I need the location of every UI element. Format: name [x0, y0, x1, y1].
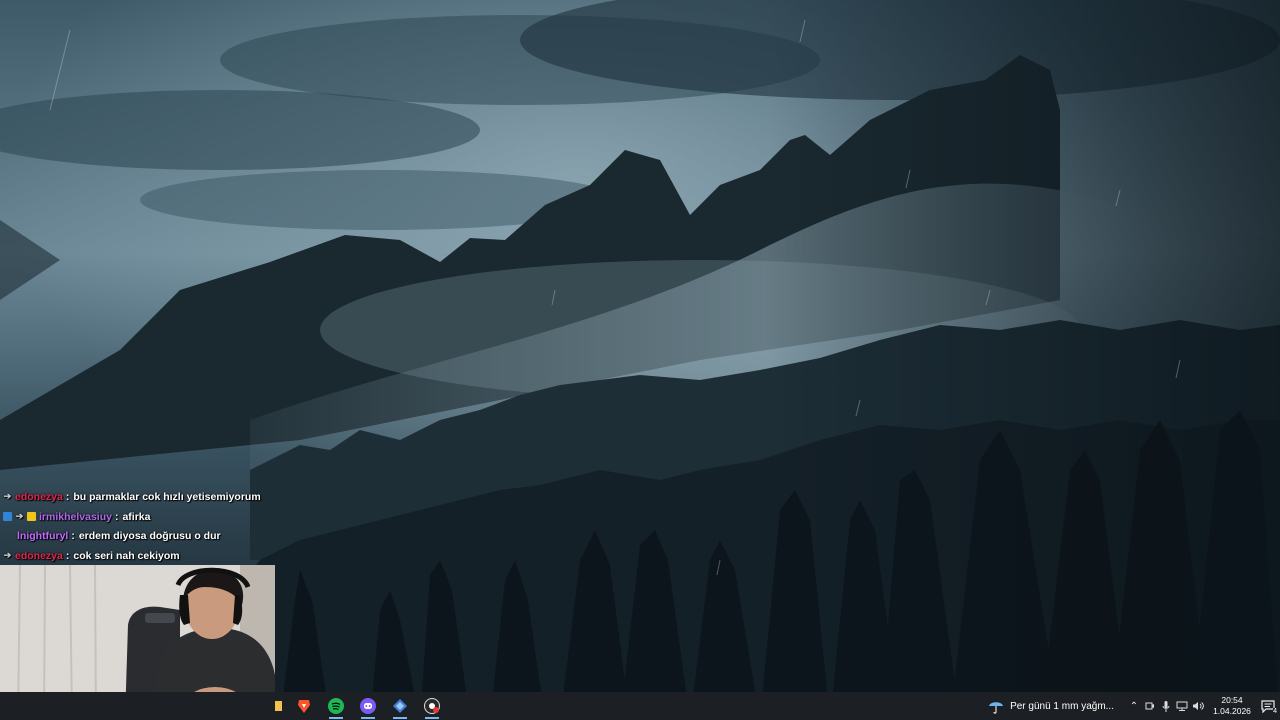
chat-separator: :	[71, 530, 75, 543]
chat-separator: :	[114, 510, 119, 523]
taskbar-app-discord[interactable]	[352, 692, 384, 720]
chat-text: afirka	[122, 510, 151, 523]
brave-browser-icon	[298, 700, 310, 713]
network-icon[interactable]	[1174, 692, 1190, 720]
show-hidden-icons-chevron-icon[interactable]: ⌃	[1126, 692, 1142, 720]
chat-text: cok seri nah cekiyom	[73, 549, 180, 562]
broadcaster-arrow-icon: ➔	[15, 511, 24, 522]
blue-app-icon	[393, 699, 407, 713]
chat-separator: :	[65, 490, 70, 503]
discord-icon	[360, 698, 376, 714]
chat-message: ➔ edonezya : cok seri nah cekiyom	[0, 546, 300, 566]
obs-recording-icon	[424, 698, 440, 714]
notification-count: 4	[1273, 708, 1277, 715]
taskbar-app-file-explorer[interactable]	[270, 692, 288, 720]
gift-badge-icon	[27, 512, 36, 522]
volume-icon[interactable]	[1190, 692, 1206, 720]
chat-separator: :	[65, 549, 70, 562]
subscriber-badge-icon	[3, 512, 12, 522]
taskbar-clock[interactable]: 20:54 1.04.2026	[1210, 695, 1254, 717]
chat-text: erdem diyosa doğrusu o dur	[78, 530, 221, 543]
taskbar-app-obs[interactable]	[416, 692, 448, 720]
weather-widget[interactable]: Per günü 1 mm yağm...	[988, 698, 1114, 714]
broadcaster-arrow-icon: ➔	[3, 491, 12, 502]
chat-username: lnightfuryl	[17, 530, 69, 543]
chat-message: ➔ irmikhelvasiuy : afirka	[0, 507, 300, 527]
clock-date: 1.04.2026	[1213, 706, 1251, 716]
file-explorer-icon	[275, 701, 282, 711]
chat-message: lnightfuryl : erdem diyosa doğrusu o dur	[0, 526, 300, 546]
taskbar-app-spotify[interactable]	[320, 692, 352, 720]
webcam-in-use-icon[interactable]	[1142, 692, 1158, 720]
chat-username: edonezya	[15, 549, 63, 562]
taskbar-app-brave[interactable]	[288, 692, 320, 720]
notification-center-button[interactable]: 4	[1256, 692, 1280, 720]
chat-username: irmikhelvasiuy	[39, 510, 112, 523]
stream-chat-overlay: ➔ edonezya : bu parmaklar cok hızlı yeti…	[0, 487, 300, 566]
broadcaster-arrow-icon: ➔	[3, 550, 12, 561]
taskbar-app-list	[270, 692, 448, 720]
chat-text: bu parmaklar cok hızlı yetisemiyorum	[73, 490, 261, 503]
microphone-icon[interactable]	[1158, 692, 1174, 720]
weather-text: Per günü 1 mm yağm...	[1010, 700, 1114, 712]
taskbar: Per günü 1 mm yağm... ⌃ 20:54 1.04.2026 …	[0, 692, 1280, 720]
chat-message: ➔ edonezya : bu parmaklar cok hızlı yeti…	[0, 487, 300, 507]
chat-username: edonezya	[15, 490, 63, 503]
taskbar-app-blue[interactable]	[384, 692, 416, 720]
umbrella-rain-icon	[989, 702, 1004, 714]
clock-time: 20:54	[1221, 695, 1243, 705]
spotify-icon	[328, 698, 344, 714]
system-tray: Per günü 1 mm yağm... ⌃ 20:54 1.04.2026 …	[988, 692, 1280, 720]
